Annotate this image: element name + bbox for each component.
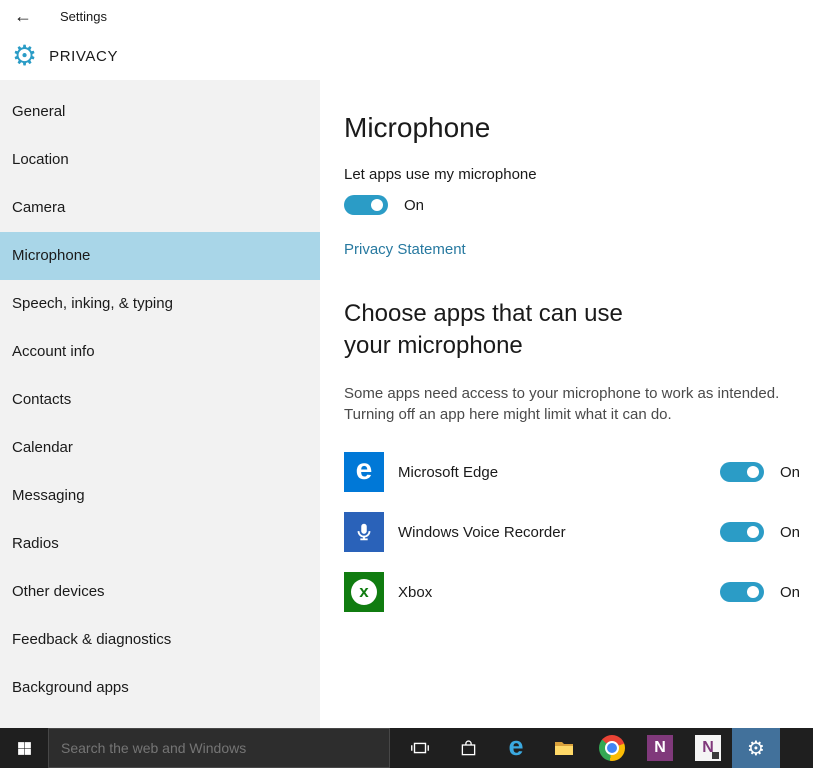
store-button[interactable] <box>444 728 492 768</box>
app-name: Windows Voice Recorder <box>398 523 566 541</box>
sidebar-item-calendar[interactable]: Calendar <box>0 424 320 472</box>
app-title: Settings <box>60 8 107 24</box>
app-header: ← Settings ⚙ PRIVACY <box>0 0 813 80</box>
toggle-knob <box>746 586 759 599</box>
task-view-button[interactable] <box>396 728 444 768</box>
master-toggle-state: On <box>404 196 425 214</box>
list-item: Windows Voice Recorder On <box>344 512 800 553</box>
settings-window: ← Settings ⚙ PRIVACY General Location Ca… <box>0 0 813 768</box>
task-view-icon <box>411 742 429 754</box>
search-input[interactable] <box>49 740 389 756</box>
microphone-glyph-icon <box>357 523 371 541</box>
app-toggle-state: On <box>779 583 800 601</box>
apps-section-description: Some apps need access to your microphone… <box>344 384 780 424</box>
sidebar-item-account-info[interactable]: Account info <box>0 328 320 376</box>
app-name: Microsoft Edge <box>398 463 499 481</box>
xbox-microphone-toggle[interactable] <box>719 582 764 603</box>
body: General Location Camera Microphone Speec… <box>0 80 813 728</box>
sidebar-item-radios[interactable]: Radios <box>0 520 320 568</box>
toggle-knob <box>371 199 383 211</box>
toggle-knob <box>746 466 759 479</box>
titlebar: ← Settings <box>0 0 813 32</box>
list-item: e Microsoft Edge On <box>344 452 800 493</box>
sidebar-item-contacts[interactable]: Contacts <box>0 376 320 424</box>
edge-app-icon: e <box>344 452 384 493</box>
onenote-icon: N <box>647 735 673 761</box>
sidebar-item-location[interactable]: Location <box>0 136 320 184</box>
microphone-master-toggle[interactable] <box>344 195 388 215</box>
privacy-sidebar: General Location Camera Microphone Speec… <box>0 80 320 728</box>
apps-section-title: Choose apps that can use your microphone <box>344 300 623 360</box>
back-icon[interactable]: ← <box>14 6 42 27</box>
edge-button[interactable]: e <box>492 728 540 768</box>
chrome-button[interactable] <box>588 728 636 768</box>
list-item: x Xbox On <box>344 572 800 613</box>
taskbar: e N N ⚙ <box>0 728 813 768</box>
panel-title: Microphone <box>344 112 491 143</box>
sidebar-item-background-apps[interactable]: Background apps <box>0 664 320 712</box>
file-explorer-icon <box>555 742 573 755</box>
file-explorer-button[interactable] <box>540 728 588 768</box>
sidebar-item-speech-inking-typing[interactable]: Speech, inking, & typing <box>0 280 320 328</box>
start-button[interactable] <box>0 728 48 768</box>
gear-icon: ⚙ <box>12 39 38 72</box>
start-icon <box>17 741 31 755</box>
edge-icon: e <box>508 731 524 761</box>
sidebar-item-other-devices[interactable]: Other devices <box>0 568 320 616</box>
sidebar-item-camera[interactable]: Camera <box>0 184 320 232</box>
toggle-knob <box>746 526 759 539</box>
voice-recorder-microphone-toggle[interactable] <box>719 522 764 543</box>
onenote-button[interactable]: N <box>636 728 684 768</box>
apps-list: e Microsoft Edge On Windows Voice Record… <box>344 452 800 613</box>
sidebar-item-general[interactable]: General <box>0 88 320 136</box>
onenote-clipper-button[interactable]: N <box>684 728 732 768</box>
sidebar-item-microphone[interactable]: Microphone <box>0 232 320 280</box>
privacy-statement-link[interactable]: Privacy Statement <box>344 241 466 258</box>
settings-gear-icon: ⚙ <box>747 736 765 760</box>
master-toggle-row: On <box>344 195 813 215</box>
xbox-app-icon: x <box>344 572 384 613</box>
page-title: PRIVACY <box>49 47 119 65</box>
store-icon <box>461 739 475 755</box>
master-toggle-label: Let apps use my microphone <box>344 166 537 183</box>
app-toggle-state: On <box>779 463 800 481</box>
taskbar-search-box[interactable] <box>48 728 390 768</box>
app-name: Xbox <box>398 583 433 601</box>
page-header: ⚙ PRIVACY <box>0 32 813 80</box>
app-toggle-state: On <box>779 523 800 541</box>
onenote-clipper-icon: N <box>695 735 721 761</box>
sidebar-item-messaging[interactable]: Messaging <box>0 472 320 520</box>
voice-recorder-app-icon <box>344 512 384 553</box>
sidebar-item-feedback-diagnostics[interactable]: Feedback & diagnostics <box>0 616 320 664</box>
chrome-icon <box>599 735 625 761</box>
edge-microphone-toggle[interactable] <box>719 462 764 483</box>
settings-taskbar-button[interactable]: ⚙ <box>732 728 780 768</box>
microphone-settings-panel: Microphone Let apps use my microphone On… <box>320 80 813 728</box>
